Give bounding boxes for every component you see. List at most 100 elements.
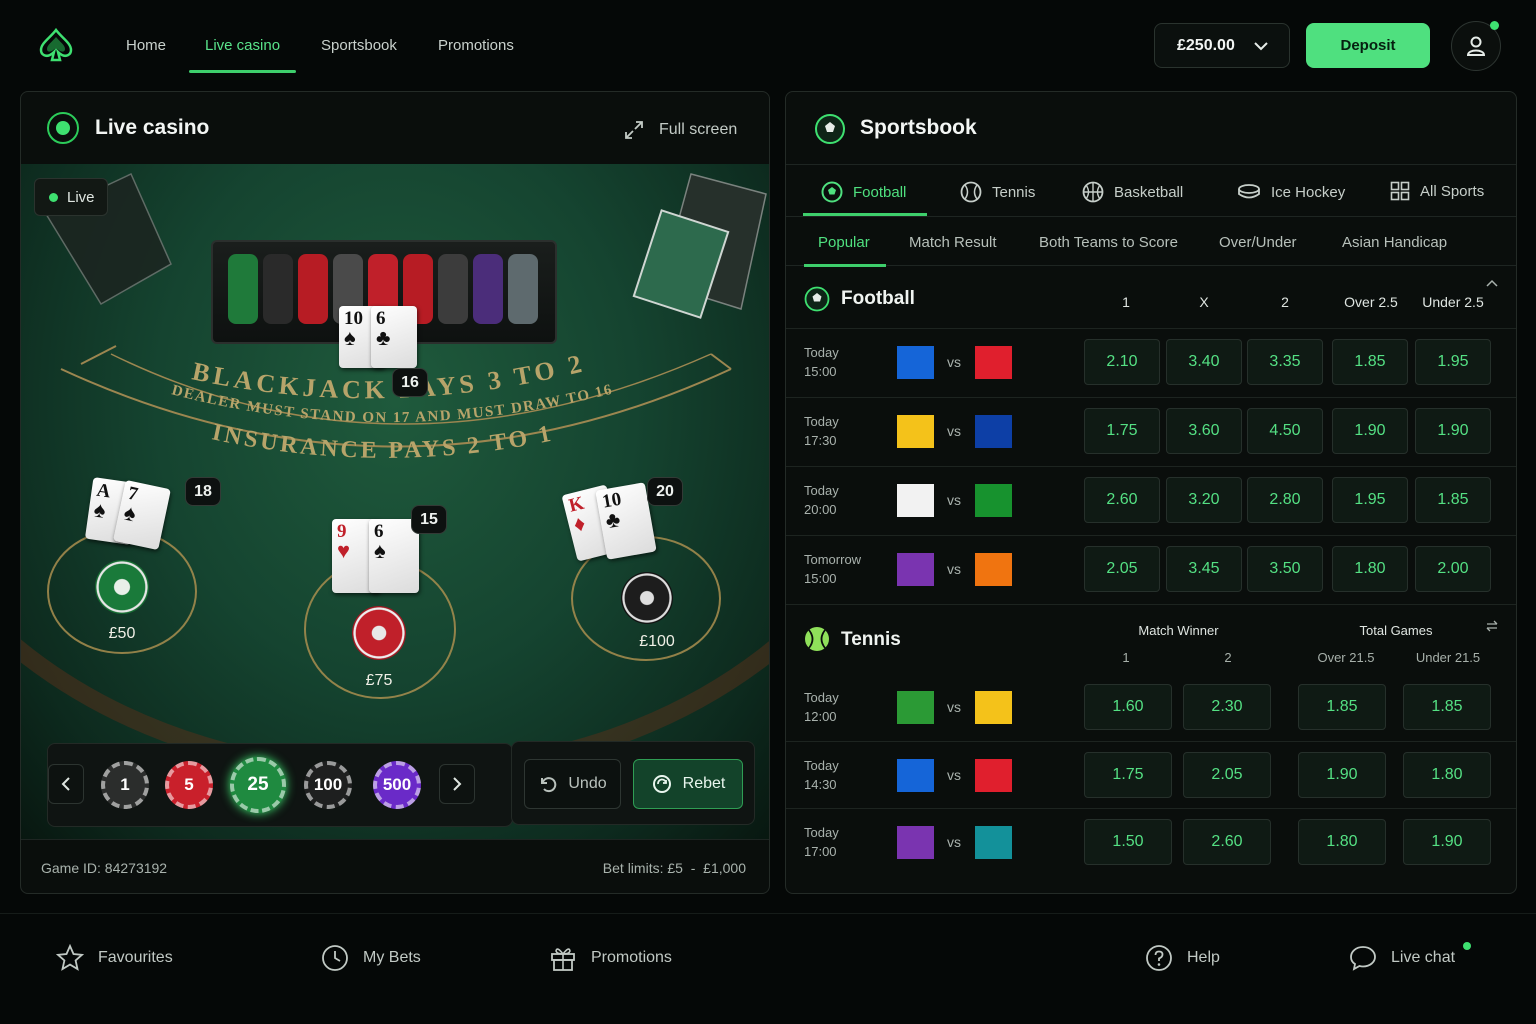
odds-button[interactable]: 4.50	[1247, 408, 1323, 454]
football-icon	[804, 286, 830, 312]
tab-all-sports[interactable]: All Sports	[1390, 181, 1484, 201]
spade-logo-icon[interactable]	[36, 26, 76, 66]
odds-button[interactable]: 1.85	[1298, 684, 1386, 730]
star-icon	[56, 944, 84, 971]
player3-bet: £100	[639, 633, 675, 650]
live-indicator-icon	[47, 112, 79, 144]
footer-favourites[interactable]: Favourites	[56, 944, 173, 972]
home-team-flag	[897, 346, 934, 379]
odds-button[interactable]: 1.95	[1332, 477, 1408, 523]
odds-button[interactable]: 3.40	[1166, 339, 1242, 385]
deposit-button[interactable]: Deposit	[1306, 23, 1430, 68]
away-team-flag	[975, 484, 1012, 517]
odds-button[interactable]: 3.20	[1166, 477, 1242, 523]
top-bar: Home Live casino Sportsbook Promotions £…	[0, 0, 1536, 90]
odds-button[interactable]: 3.60	[1166, 408, 1242, 454]
tab-football[interactable]: Football	[821, 181, 906, 203]
chip-500[interactable]: 500	[373, 761, 421, 809]
home-team-flag	[897, 415, 934, 448]
odds-button[interactable]: 2.30	[1183, 684, 1271, 730]
odds-button[interactable]: 1.85	[1332, 339, 1408, 385]
tab-ice-hockey[interactable]: Ice Hockey	[1237, 181, 1345, 203]
odds-button[interactable]: 1.80	[1332, 546, 1408, 592]
player1-score: 18	[185, 477, 221, 506]
bet-limits: Bet limits: £5 - £1,000	[602, 860, 746, 876]
odds-button[interactable]: 2.60	[1084, 477, 1160, 523]
swap-icon[interactable]	[1485, 620, 1499, 632]
chip-25-selected[interactable]: 25	[230, 757, 286, 813]
rebet-icon	[652, 775, 671, 793]
balance-dropdown[interactable]: £250.00	[1154, 23, 1290, 68]
odds-button[interactable]: 3.45	[1166, 546, 1242, 592]
chevron-right-icon	[453, 777, 462, 791]
odds-button[interactable]: 3.50	[1247, 546, 1323, 592]
odds-button[interactable]: 1.90	[1415, 408, 1491, 454]
grid-icon	[1390, 181, 1410, 201]
fullscreen-label: Full screen	[659, 121, 738, 138]
odds-button[interactable]: 1.60	[1084, 684, 1172, 730]
market-tab-btts[interactable]: Both Teams to Score	[1039, 234, 1178, 251]
odds-button[interactable]: 1.50	[1084, 819, 1172, 865]
dealer-score: 16	[392, 368, 428, 397]
chip-prev-button[interactable]	[48, 764, 84, 804]
tab-tennis[interactable]: Tennis	[960, 181, 1035, 203]
chip-next-button[interactable]	[439, 764, 475, 804]
odds-button[interactable]: 2.10	[1084, 339, 1160, 385]
account-button[interactable]	[1451, 21, 1501, 71]
odds-button[interactable]: 1.80	[1298, 819, 1386, 865]
market-tab-popular[interactable]: Popular	[818, 234, 870, 251]
odds-button[interactable]: 1.90	[1403, 819, 1491, 865]
player1-chip-stack	[95, 560, 149, 614]
away-player-flag	[975, 759, 1012, 792]
player3-chip-stack	[621, 572, 673, 624]
group-match-winner: Match Winner	[1138, 623, 1219, 638]
odds-button[interactable]: 1.85	[1415, 477, 1491, 523]
odds-button[interactable]: 1.80	[1403, 752, 1491, 798]
vs-label: vs	[947, 423, 961, 439]
home-player-flag	[897, 826, 934, 859]
vs-label: vs	[947, 561, 961, 577]
odds-button[interactable]: 2.05	[1084, 546, 1160, 592]
nav-promotions[interactable]: Promotions	[438, 37, 514, 54]
live-casino-title: Live casino	[95, 116, 210, 139]
odds-button[interactable]: 1.90	[1332, 408, 1408, 454]
nav-sportsbook[interactable]: Sportsbook	[321, 37, 397, 54]
odds-button[interactable]: 2.05	[1183, 752, 1271, 798]
gift-icon	[551, 948, 575, 971]
col-under: Under 2.5	[1422, 294, 1484, 310]
game-id: Game ID: 84273192	[41, 860, 168, 876]
odds-button[interactable]: 3.35	[1247, 339, 1323, 385]
nav-live-casino[interactable]: Live casino	[205, 37, 280, 54]
chip-1[interactable]: 1	[101, 761, 149, 809]
nav-home[interactable]: Home	[126, 37, 166, 54]
footer-live-chat[interactable]: Live chat	[1349, 942, 1472, 972]
odds-button[interactable]: 2.60	[1183, 819, 1271, 865]
market-tab-asian-handicap[interactable]: Asian Handicap	[1342, 234, 1447, 251]
footer-help[interactable]: Help	[1145, 944, 1220, 972]
undo-button[interactable]: Undo	[524, 759, 621, 809]
odds-button[interactable]: 2.80	[1247, 477, 1323, 523]
vs-label: vs	[947, 767, 961, 783]
football-icon	[815, 114, 845, 144]
odds-button[interactable]: 1.95	[1415, 339, 1491, 385]
tab-basketball[interactable]: Basketball	[1082, 181, 1183, 203]
player2-bet: £75	[365, 672, 393, 689]
market-tab-over-under[interactable]: Over/Under	[1219, 234, 1297, 251]
hockey-puck-icon	[1238, 184, 1260, 199]
chip-5[interactable]: 5	[165, 761, 213, 809]
market-tab-match-result[interactable]: Match Result	[909, 234, 997, 251]
chevron-left-icon	[61, 777, 70, 791]
odds-button[interactable]: 1.85	[1403, 684, 1491, 730]
odds-button[interactable]: 2.00	[1415, 546, 1491, 592]
rebet-button[interactable]: Rebet	[633, 759, 743, 809]
odds-button[interactable]: 1.75	[1084, 752, 1172, 798]
game-footer: Game ID: 84273192 Bet limits: £5 - £1,00…	[21, 839, 769, 893]
collapse-chevron-icon[interactable]	[1485, 278, 1499, 288]
chip-100[interactable]: 100	[304, 761, 352, 809]
player2-score: 15	[411, 505, 447, 534]
odds-button[interactable]: 1.75	[1084, 408, 1160, 454]
footer-my-bets[interactable]: My Bets	[321, 944, 421, 972]
footer-promotions[interactable]: Promotions	[549, 944, 672, 972]
fullscreen-button[interactable]: Full screen	[623, 119, 737, 141]
odds-button[interactable]: 1.90	[1298, 752, 1386, 798]
